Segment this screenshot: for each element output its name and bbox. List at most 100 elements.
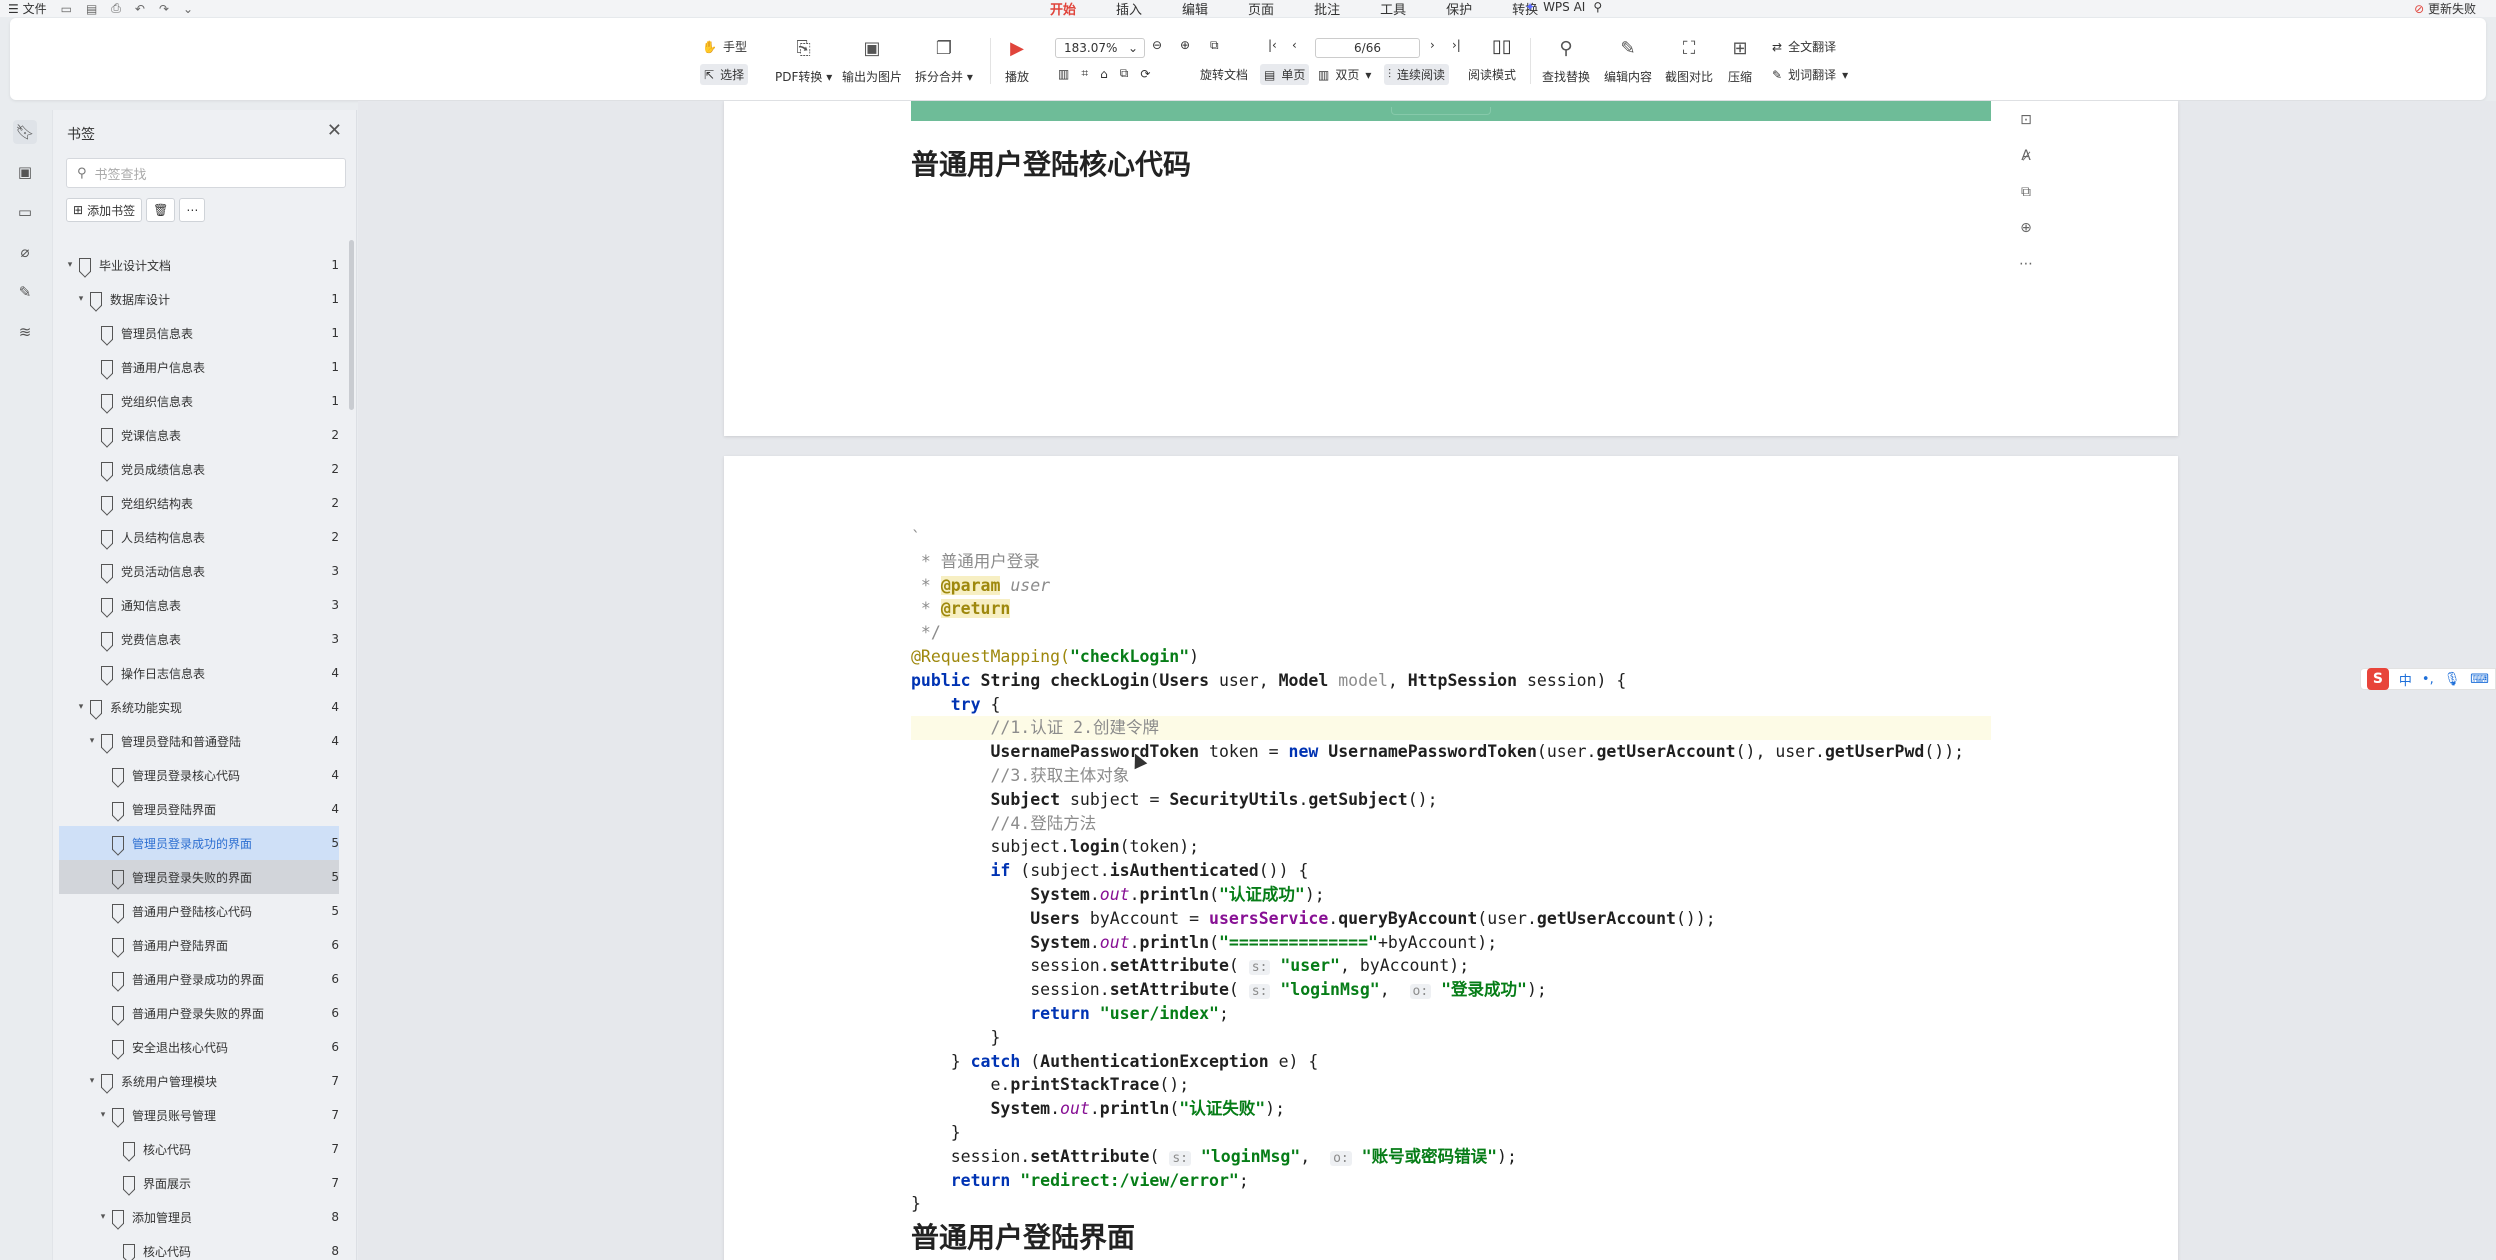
expand-toggle-icon[interactable]: ▾ [98,1110,108,1120]
select-tool-button[interactable]: ⇱ 选择 [700,64,749,85]
tab-0[interactable]: 开始 [1050,0,1077,21]
read-mode-icon-button[interactable]: ▯▯ [1492,36,1512,57]
compress-button[interactable]: ⊞ 压缩 [1728,18,1752,100]
page-number-input[interactable]: 6/66 [1315,38,1420,58]
zoom-input[interactable]: 183.07% ⌄ [1055,38,1145,58]
copy-icon[interactable]: ⧉ [1120,66,1129,81]
read-mode-button[interactable]: 阅读模式 [1468,66,1516,83]
bookmark-item[interactable]: 管理员登录成功的界面 5 [59,826,339,860]
bookmark-item[interactable]: 管理员登录失败的界面 5 [59,860,339,894]
continuous-read-button[interactable]: ⫶ 连续阅读 [1384,64,1450,85]
hand-tool-button[interactable]: ✋ 手型 [702,38,747,55]
close-icon[interactable]: ✕ [327,120,342,141]
tab-6[interactable]: 保护 [1446,0,1472,18]
expand-toggle-icon[interactable]: ▾ [87,1076,97,1086]
image-tool-icon[interactable]: ⊡ [2013,107,2039,133]
zoom-icon[interactable]: ⊕ [2013,215,2039,241]
bookmark-item[interactable]: 管理员信息表 1 [59,316,339,350]
bookmark-item[interactable]: 核心代码 8 [59,1234,339,1260]
document-viewport[interactable]: 普通用户登陆核心代码 ` * 普通用户登录 * @param user * @r… [358,101,2496,1260]
zoom-in-button[interactable]: ⊕ [1180,38,1190,52]
bookmark-item[interactable]: 党组织结构表 2 [59,486,339,520]
bookmark-item[interactable]: ▾ 毕业设计文档 1 [59,248,339,282]
last-page-button[interactable]: ›| [1452,38,1461,52]
zoom-out-button[interactable]: ⊖ [1152,38,1162,52]
signature-icon[interactable]: ✎ [13,280,37,304]
open-icon[interactable]: ▭ [61,2,72,16]
update-status[interactable]: ⊘ 更新失败 [2414,0,2476,17]
ime-mode-label[interactable]: 中 [2399,670,2412,689]
more-dropdown-icon[interactable]: ⌄ [183,2,193,16]
delete-bookmark-button[interactable]: 🗑︎ [146,198,176,222]
bookmark-item[interactable]: 党员活动信息表 3 [59,554,339,588]
tab-4[interactable]: 批注 [1314,0,1340,18]
word-translate-button[interactable]: ✎ 划词翻译 ▾ [1772,66,1848,83]
microphone-icon[interactable]: 🎙︎ [2444,672,2461,687]
edit-content-button[interactable]: ✎ 编辑内容 [1604,18,1652,100]
bookmark-item[interactable]: 普通用户登录成功的界面 6 [59,962,339,996]
punctuation-icon[interactable]: •, [2422,672,2434,687]
undo-icon[interactable]: ↶ [135,2,145,16]
fit-page-button[interactable]: ⧉ [1210,38,1219,53]
bookmark-item[interactable]: 党员成绩信息表 2 [59,452,339,486]
crop-icon[interactable]: ⌗ [1081,66,1088,81]
expand-toggle-icon[interactable]: ▾ [65,260,75,270]
column-icon[interactable]: ▥ [1058,67,1069,81]
bookmark-item[interactable]: ▾ 系统功能实现 4 [59,690,339,724]
find-replace-button[interactable]: ⚲ 查找替换 [1542,18,1590,100]
thumbnail-icon[interactable]: ▣ [13,160,37,184]
file-menu[interactable]: ☰ 文件 [8,0,47,17]
single-page-button[interactable]: ▤ 单页 [1260,64,1310,85]
ime-toolbar[interactable]: S 中 •, 🎙︎ ⌨ [2359,668,2496,690]
bookmark-item[interactable]: ▾ 添加管理员 8 [59,1200,339,1234]
bookmark-item[interactable]: 普通用户登陆界面 6 [59,928,339,962]
comment-icon[interactable]: ▭ [13,200,37,224]
bookmark-item[interactable]: ▾ 管理员登陆和普通登陆 4 [59,724,339,758]
play-button[interactable]: ▶ 播放 [1005,18,1029,100]
bookmark-item[interactable]: 普通用户登陆核心代码 5 [59,894,339,928]
text-style-icon[interactable]: A̷ [2013,143,2039,169]
keyboard-icon[interactable]: ⌨ [2470,672,2489,687]
screenshot-compare-button[interactable]: ⛶ 截图对比 [1665,18,1713,100]
bookmark-item[interactable]: 党组织信息表 1 [59,384,339,418]
bookmark-item[interactable]: 管理员登陆界面 4 [59,792,339,826]
bookmark-item[interactable]: 党课信息表 2 [59,418,339,452]
layers-icon[interactable]: ≋ [13,320,37,344]
bookmark-item[interactable]: 核心代码 7 [59,1132,339,1166]
bookmark-item[interactable]: 界面展示 7 [59,1166,339,1200]
bookmark-item[interactable]: 普通用户信息表 1 [59,350,339,384]
attachment-icon[interactable]: ⌀ [13,240,37,264]
bookmark-item[interactable]: 通知信息表 3 [59,588,339,622]
expand-toggle-icon[interactable]: ▾ [76,702,86,712]
wps-ai-button[interactable]: ✦ WPS AI ⚲ [1525,0,1602,14]
double-page-button[interactable]: ▥ 双页 ▾ [1318,66,1371,83]
bookmark-item[interactable]: 安全退出核心代码 6 [59,1030,339,1064]
split-merge-button[interactable]: ❐ 拆分合并 ▾ [915,18,973,100]
bookmark-item[interactable]: 党费信息表 3 [59,622,339,656]
expand-toggle-icon[interactable]: ▾ [76,294,86,304]
print-icon[interactable]: ⎙ [111,1,121,16]
tab-2[interactable]: 编辑 [1182,0,1208,18]
tab-5[interactable]: 工具 [1380,0,1406,18]
prev-page-button[interactable]: ‹ [1292,38,1297,52]
tab-1[interactable]: 插入 [1116,0,1142,18]
tab-3[interactable]: 页面 [1248,0,1274,18]
bookmark-scrollbar[interactable] [349,240,354,410]
full-translate-button[interactable]: ⇄ 全文翻译 [1772,38,1836,55]
redo-icon[interactable]: ↷ [159,2,169,16]
bookmark-item[interactable]: ▾ 管理员账号管理 7 [59,1098,339,1132]
bookmark-item[interactable]: 人员结构信息表 2 [59,520,339,554]
bookmark-item[interactable]: 操作日志信息表 4 [59,656,339,690]
bookmark-item[interactable]: ▾ 系统用户管理模块 7 [59,1064,339,1098]
pdf-convert-button[interactable]: ⎘ PDF转换 ▾ [775,18,832,100]
bookmark-item[interactable]: 管理员登录核心代码 4 [59,758,339,792]
add-bookmark-button[interactable]: ⊞ 添加书签 [66,198,143,222]
search-icon[interactable]: ⚲ [1593,0,1602,14]
more-options-button[interactable]: ⋯ [179,198,206,222]
expand-toggle-icon[interactable]: ▾ [98,1212,108,1222]
first-page-button[interactable]: |‹ [1268,38,1277,52]
bookmark-item[interactable]: 普通用户登录失败的界面 6 [59,996,339,1030]
page-icon[interactable]: ⌂ [1100,67,1108,81]
convert-icon[interactable]: ⧉ [2013,179,2039,205]
rotate-doc-button[interactable]: 旋转文档 [1200,66,1248,83]
